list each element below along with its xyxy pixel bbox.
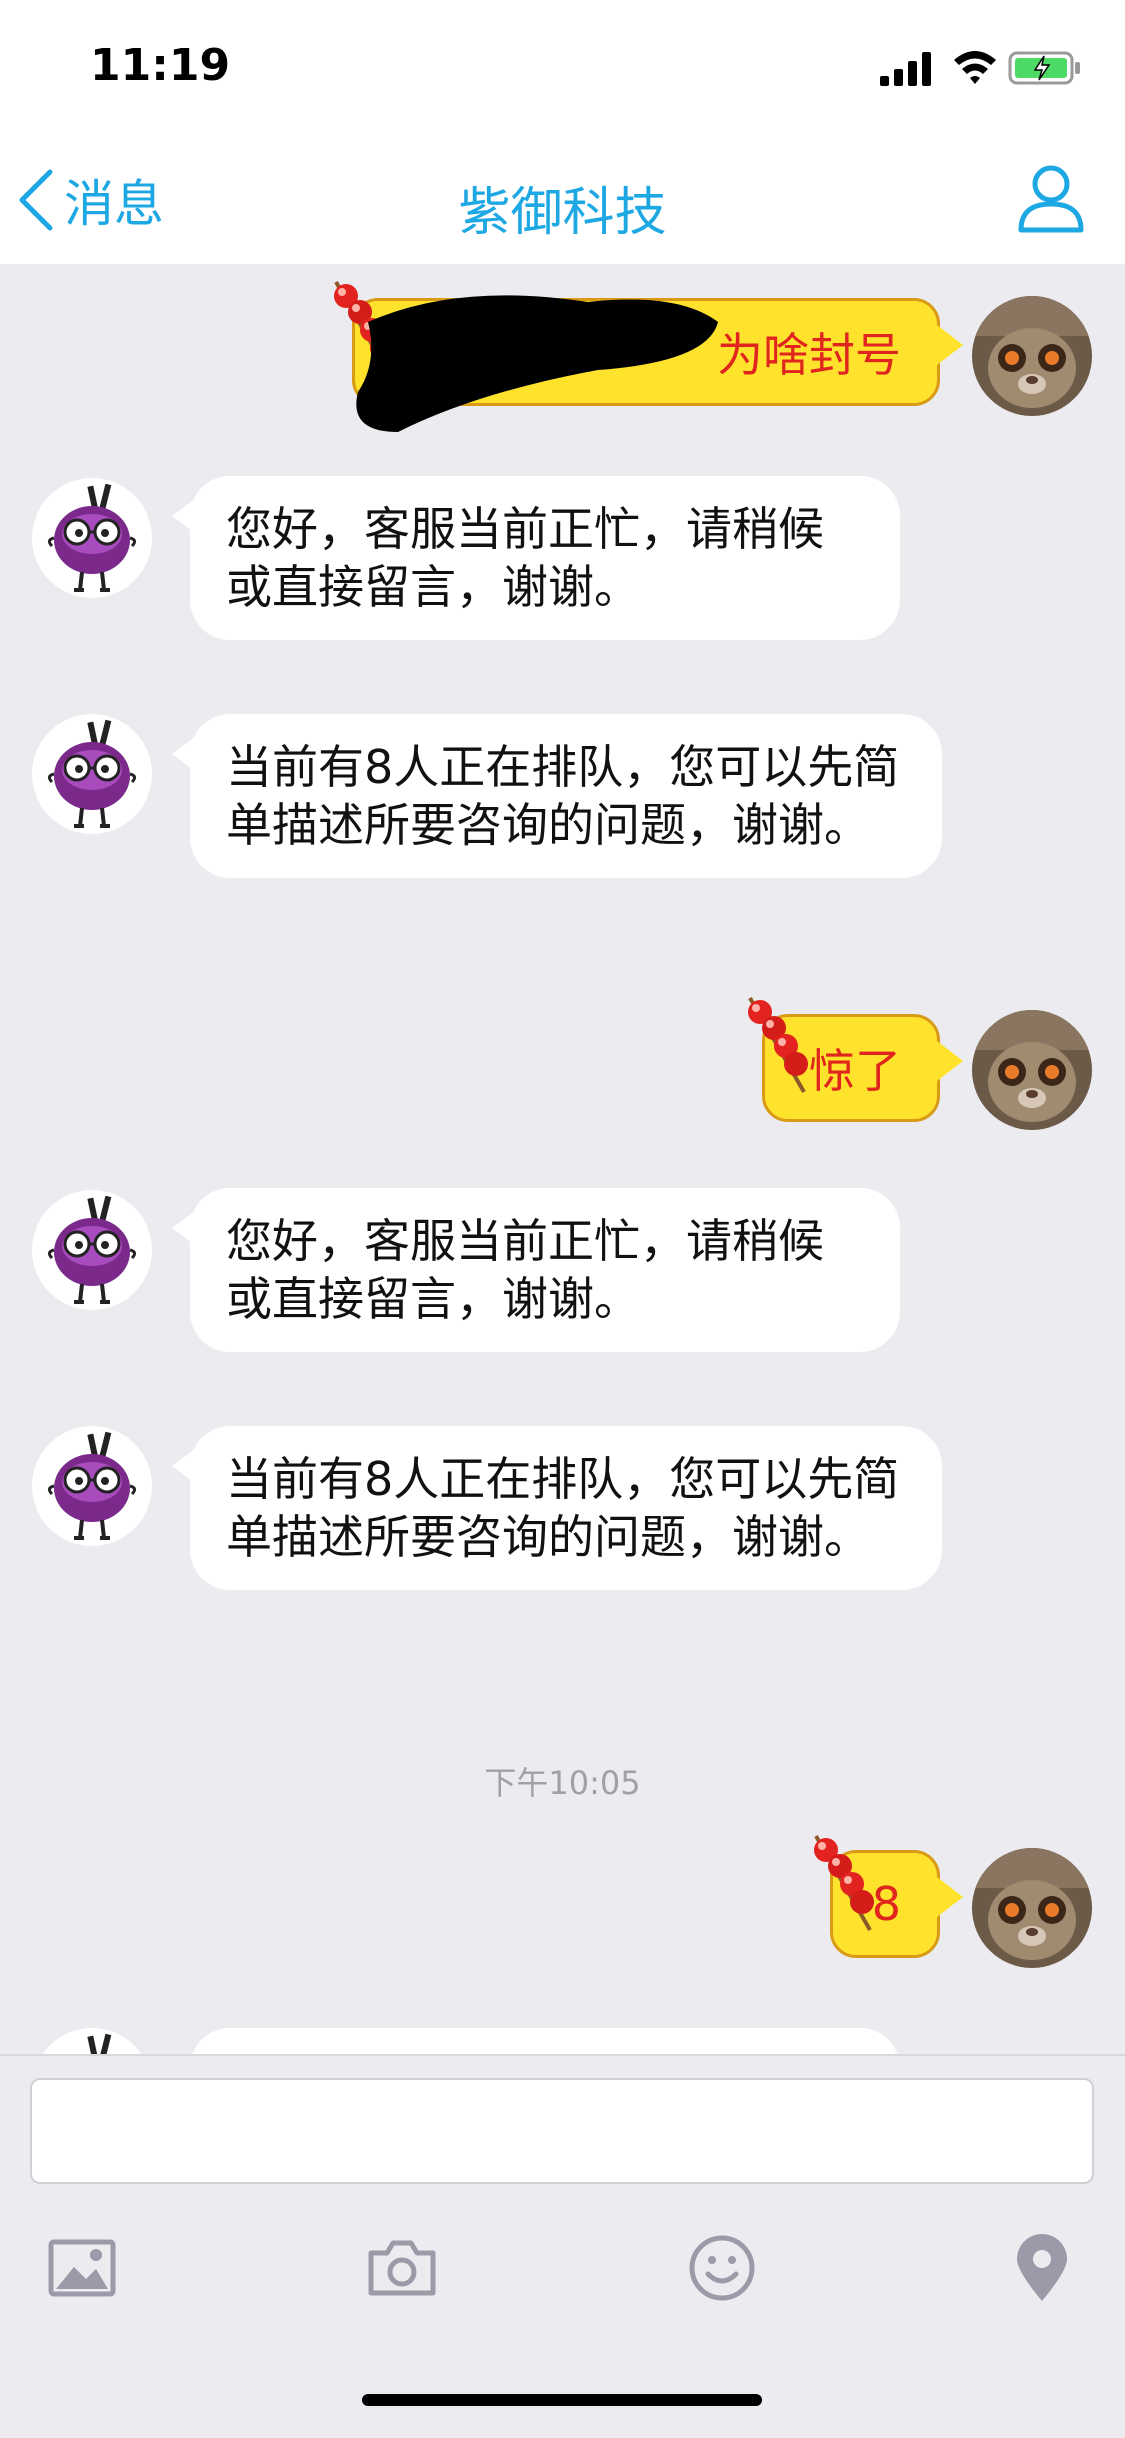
candied-haws-icon bbox=[812, 1834, 876, 1932]
candied-haws-icon bbox=[746, 996, 810, 1094]
message-text: 当前有8人正在排队，您可以先简单描述所要咨询的问题，谢谢。 bbox=[226, 1452, 900, 1564]
camera-button[interactable] bbox=[362, 2228, 442, 2308]
service-avatar[interactable] bbox=[32, 1190, 152, 1310]
chat-title: 紫御科技 bbox=[458, 183, 667, 243]
emoji-icon bbox=[689, 2235, 755, 2301]
emoji-button[interactable] bbox=[682, 2228, 762, 2308]
image-button[interactable] bbox=[42, 2228, 122, 2308]
navigation-bar: 消息 紫御科技 bbox=[0, 132, 1125, 264]
location-icon bbox=[1017, 2234, 1067, 2301]
service-avatar[interactable] bbox=[32, 1426, 152, 1546]
status-time: 11:19 bbox=[90, 40, 231, 91]
incoming-message[interactable]: 您好，客服当前正忙，请稍候或直接留言，谢谢。 bbox=[172, 476, 900, 640]
incoming-message[interactable]: 当前有8人正在排队，您可以先简单描述所要咨询的问题，谢谢。 bbox=[172, 714, 942, 878]
message-text: 为啥封号 bbox=[717, 328, 901, 382]
cellular-signal-icon bbox=[880, 52, 931, 86]
location-button[interactable] bbox=[1002, 2228, 1082, 2308]
redaction-scribble bbox=[356, 295, 718, 432]
image-icon bbox=[48, 2239, 116, 2297]
user-avatar[interactable] bbox=[972, 1010, 1092, 1130]
incoming-message-partial[interactable] bbox=[172, 2028, 900, 2054]
message-text: 当前有8人正在排队，您可以先简单描述所要咨询的问题，谢谢。 bbox=[226, 740, 900, 852]
user-avatar[interactable] bbox=[972, 1848, 1092, 1968]
status-bar: 11:19 bbox=[0, 0, 1125, 132]
incoming-message[interactable]: 当前有8人正在排队，您可以先简单描述所要咨询的问题，谢谢。 bbox=[172, 1426, 942, 1590]
incoming-message[interactable]: 您好，客服当前正忙，请稍候或直接留言，谢谢。 bbox=[172, 1188, 900, 1352]
user-avatar[interactable] bbox=[972, 296, 1092, 416]
camera-icon bbox=[368, 2240, 436, 2296]
home-indicator[interactable] bbox=[362, 2394, 762, 2406]
wifi-icon bbox=[954, 51, 996, 84]
service-avatar[interactable] bbox=[32, 714, 152, 834]
chat-history[interactable]: 为啥封号 您好，客服当前正忙，请稍候或直接留言，谢谢。 当前有8人正在排队，您可… bbox=[0, 264, 1125, 2054]
battery-charging-icon bbox=[1008, 51, 1080, 85]
service-avatar[interactable] bbox=[32, 478, 152, 598]
message-text: 您好，客服当前正忙，请稍候或直接留言，谢谢。 bbox=[226, 502, 824, 614]
message-input[interactable] bbox=[30, 2078, 1094, 2184]
profile-icon[interactable] bbox=[1015, 162, 1087, 234]
message-timestamp: 下午10:05 bbox=[484, 1764, 641, 1802]
message-text: 您好，客服当前正忙，请稍候或直接留言，谢谢。 bbox=[226, 1214, 824, 1326]
service-avatar[interactable] bbox=[32, 2028, 152, 2054]
message-text: 惊了 bbox=[809, 1044, 901, 1098]
input-bar bbox=[0, 2054, 1125, 2438]
